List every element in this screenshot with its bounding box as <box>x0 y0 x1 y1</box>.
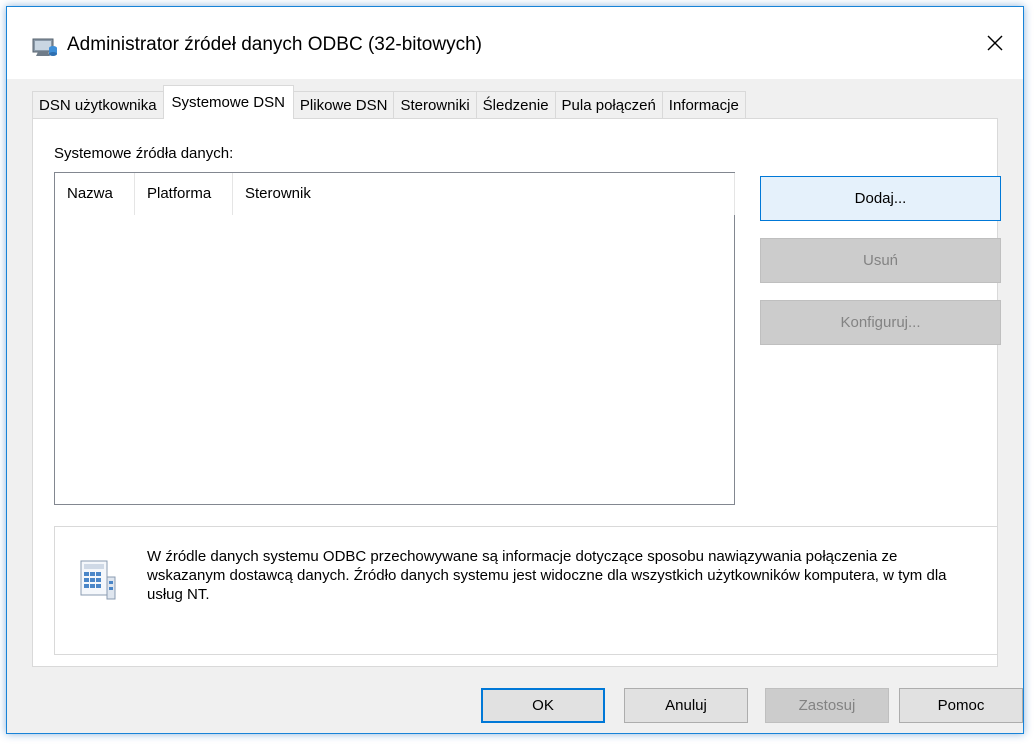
column-header-name[interactable]: Nazwa <box>55 173 135 215</box>
cancel-button[interactable]: Anuluj <box>624 688 748 723</box>
tab-strip: DSN użytkownika Systemowe DSN Plikowe DS… <box>32 85 746 119</box>
window-title: Administrator źródeł danych ODBC (32-bit… <box>67 34 482 55</box>
apply-button[interactable]: Zastosuj <box>765 688 889 723</box>
info-text: W źródle danych systemu ODBC przechowywa… <box>147 548 947 603</box>
tab-tracing[interactable]: Śledzenie <box>475 91 556 119</box>
system-data-sources-label: Systemowe źródła danych: <box>54 145 234 162</box>
tab-system-dsn[interactable]: Systemowe DSN <box>162 85 294 119</box>
data-sources-list[interactable]: Nazwa Platforma Sterownik <box>54 172 735 505</box>
ok-button[interactable]: OK <box>481 688 605 723</box>
tab-about[interactable]: Informacje <box>661 91 746 119</box>
system-dsn-panel: Systemowe źródła danych: Nazwa Platforma… <box>32 118 1001 667</box>
tab-drivers[interactable]: Sterowniki <box>393 91 477 119</box>
title-bar[interactable]: Administrator źródeł danych ODBC (32-bit… <box>7 7 1023 79</box>
info-box: W źródle danych systemu ODBC przechowywa… <box>54 526 998 655</box>
list-header: Nazwa Platforma Sterownik <box>55 173 735 215</box>
tab-connection-pooling[interactable]: Pula połączeń <box>554 91 663 119</box>
close-icon <box>987 35 1003 51</box>
configure-button[interactable]: Konfiguruj... <box>760 300 1001 345</box>
remove-button[interactable]: Usuń <box>760 238 1001 283</box>
odbc-admin-icon <box>32 38 57 56</box>
tab-user-dsn[interactable]: DSN użytkownika <box>32 91 164 119</box>
column-header-platform[interactable]: Platforma <box>135 173 233 215</box>
column-header-driver[interactable]: Sterownik <box>233 173 735 215</box>
data-source-icon <box>80 560 116 600</box>
close-button[interactable] <box>967 7 1023 79</box>
help-button[interactable]: Pomoc <box>899 688 1023 723</box>
tab-file-dsn[interactable]: Plikowe DSN <box>292 91 395 119</box>
odbc-admin-window: Administrator źródeł danych ODBC (32-bit… <box>6 6 1024 734</box>
add-button[interactable]: Dodaj... <box>760 176 1001 221</box>
